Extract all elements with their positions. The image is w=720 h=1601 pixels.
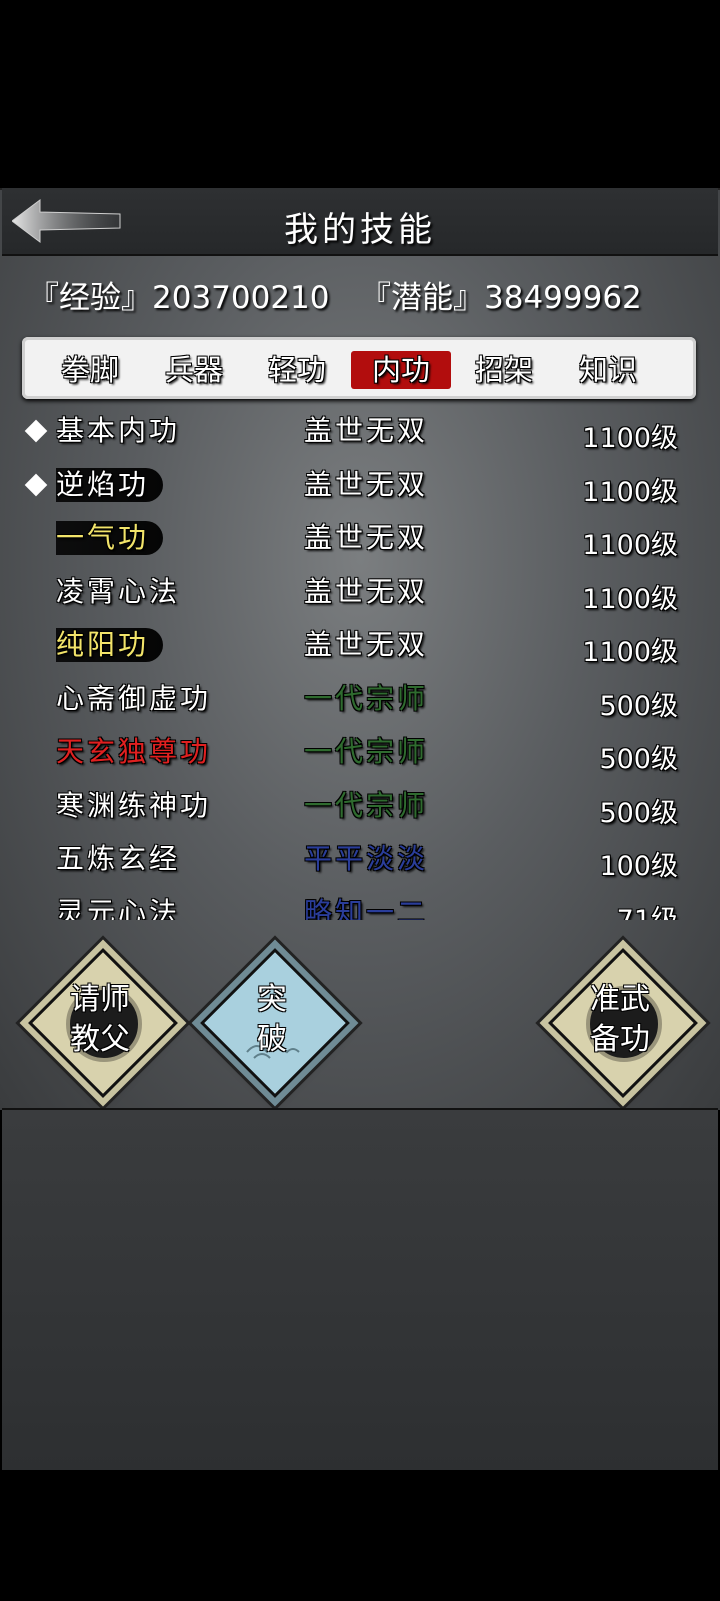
skill-row[interactable]: 五炼玄经 平平淡淡 100级 — [22, 836, 696, 890]
skill-level: 1100级 — [582, 476, 678, 508]
page-title: 我的技能 — [284, 210, 436, 250]
skill-level: 1100级 — [582, 423, 678, 454]
skill-row[interactable]: 逆焰功 盖世无双 1100级 — [22, 462, 696, 516]
tab-zhaojia[interactable]: 招架 — [454, 351, 554, 389]
equipped-diamond-icon — [24, 473, 48, 496]
skill-row[interactable]: 天玄独尊功 一代宗师 500级 — [22, 729, 696, 783]
experience-stat: 『经验』203700210 — [28, 272, 330, 317]
experience-value: 203700210 — [152, 280, 330, 316]
skill-rank: 一代宗师 — [304, 788, 429, 822]
skill-level: 500级 — [599, 690, 678, 722]
skill-list[interactable]: 基本内功 盖世无双 1100级 逆焰功 盖世无双 1100级 一气功 盖世无双 … — [22, 408, 696, 920]
tab-bingqi[interactable]: 兵器 — [144, 351, 244, 389]
stats-bar: 『经验』203700210 『潜能』38499962 — [0, 262, 720, 322]
potential-label: 『潜能』 — [360, 280, 484, 316]
tab-quanjiao[interactable]: 拳脚 — [40, 351, 140, 389]
ask-teacher-button[interactable]: 请师 教父 — [28, 948, 178, 1098]
skill-level: 500级 — [599, 797, 678, 829]
skill-row[interactable]: 凌霄心法 盖世无双 1100级 — [22, 569, 696, 623]
skill-level: 1100级 — [582, 637, 678, 668]
skill-name: 心斋御虚功 — [56, 681, 212, 715]
skill-rank: 盖世无双 — [304, 628, 429, 661]
skill-rank: 盖世无双 — [304, 467, 429, 501]
skill-level: 100级 — [599, 851, 678, 882]
potential-stat: 『潜能』38499962 — [360, 272, 642, 317]
skill-row[interactable]: 一气功 盖世无双 1100级 — [22, 515, 696, 569]
experience-label: 『经验』 — [28, 280, 152, 316]
skill-name: 一气功 — [56, 521, 164, 555]
skill-rank: 盖世无双 — [304, 521, 429, 554]
breakthrough-button[interactable]: 突 破 — [200, 948, 350, 1098]
prepare-skill-label: 准武 备功 — [590, 982, 650, 1057]
breakthrough-label: 突 破 — [257, 982, 287, 1057]
skill-name: 灵元心法 — [56, 895, 181, 921]
skill-rank: 盖世无双 — [304, 414, 429, 447]
ask-teacher-label: 请师 教父 — [70, 982, 130, 1057]
skill-name: 寒渊练神功 — [56, 788, 212, 822]
skill-row[interactable]: 纯阳功 盖世无双 1100级 — [22, 622, 696, 676]
equipped-diamond-icon — [24, 419, 48, 443]
skill-row[interactable]: 寒渊练神功 一代宗师 500级 — [22, 783, 696, 837]
skill-rank: 平平淡淡 — [304, 842, 429, 875]
skill-category-tabs: 拳脚 兵器 轻功 内功 招架 知识 — [22, 337, 696, 399]
bottom-empty-area — [2, 1108, 718, 1470]
skill-level: 500级 — [599, 744, 678, 775]
skill-level: 1100级 — [582, 530, 678, 561]
skill-level: 71级 — [616, 904, 678, 921]
skill-name: 天玄独尊功 — [56, 735, 212, 768]
skill-name: 纯阳功 — [56, 628, 164, 662]
potential-value: 38499962 — [484, 280, 642, 316]
skill-row[interactable]: 基本内功 盖世无双 1100级 — [22, 408, 696, 462]
skill-rank: 一代宗师 — [304, 681, 429, 715]
title-bar: 我的技能 — [2, 188, 718, 256]
skill-level: 1100级 — [582, 583, 678, 615]
skill-row[interactable]: 心斋御虚功 一代宗师 500级 — [22, 676, 696, 730]
skill-rank: 略知一二 — [304, 895, 429, 921]
skill-row[interactable]: 灵元心法 略知一二 71级 — [22, 890, 696, 921]
skill-name: 基本内功 — [56, 414, 181, 447]
skill-rank: 盖世无双 — [304, 574, 429, 608]
skill-name: 凌霄心法 — [56, 574, 181, 608]
prepare-skill-button[interactable]: 准武 备功 — [548, 948, 698, 1098]
skill-name: 逆焰功 — [56, 467, 164, 502]
tab-zhishi[interactable]: 知识 — [558, 351, 658, 389]
skill-rank: 一代宗师 — [304, 735, 429, 768]
skill-name: 五炼玄经 — [56, 842, 181, 875]
tab-qinggong[interactable]: 轻功 — [247, 351, 347, 389]
tab-neigong[interactable]: 内功 — [351, 351, 451, 389]
